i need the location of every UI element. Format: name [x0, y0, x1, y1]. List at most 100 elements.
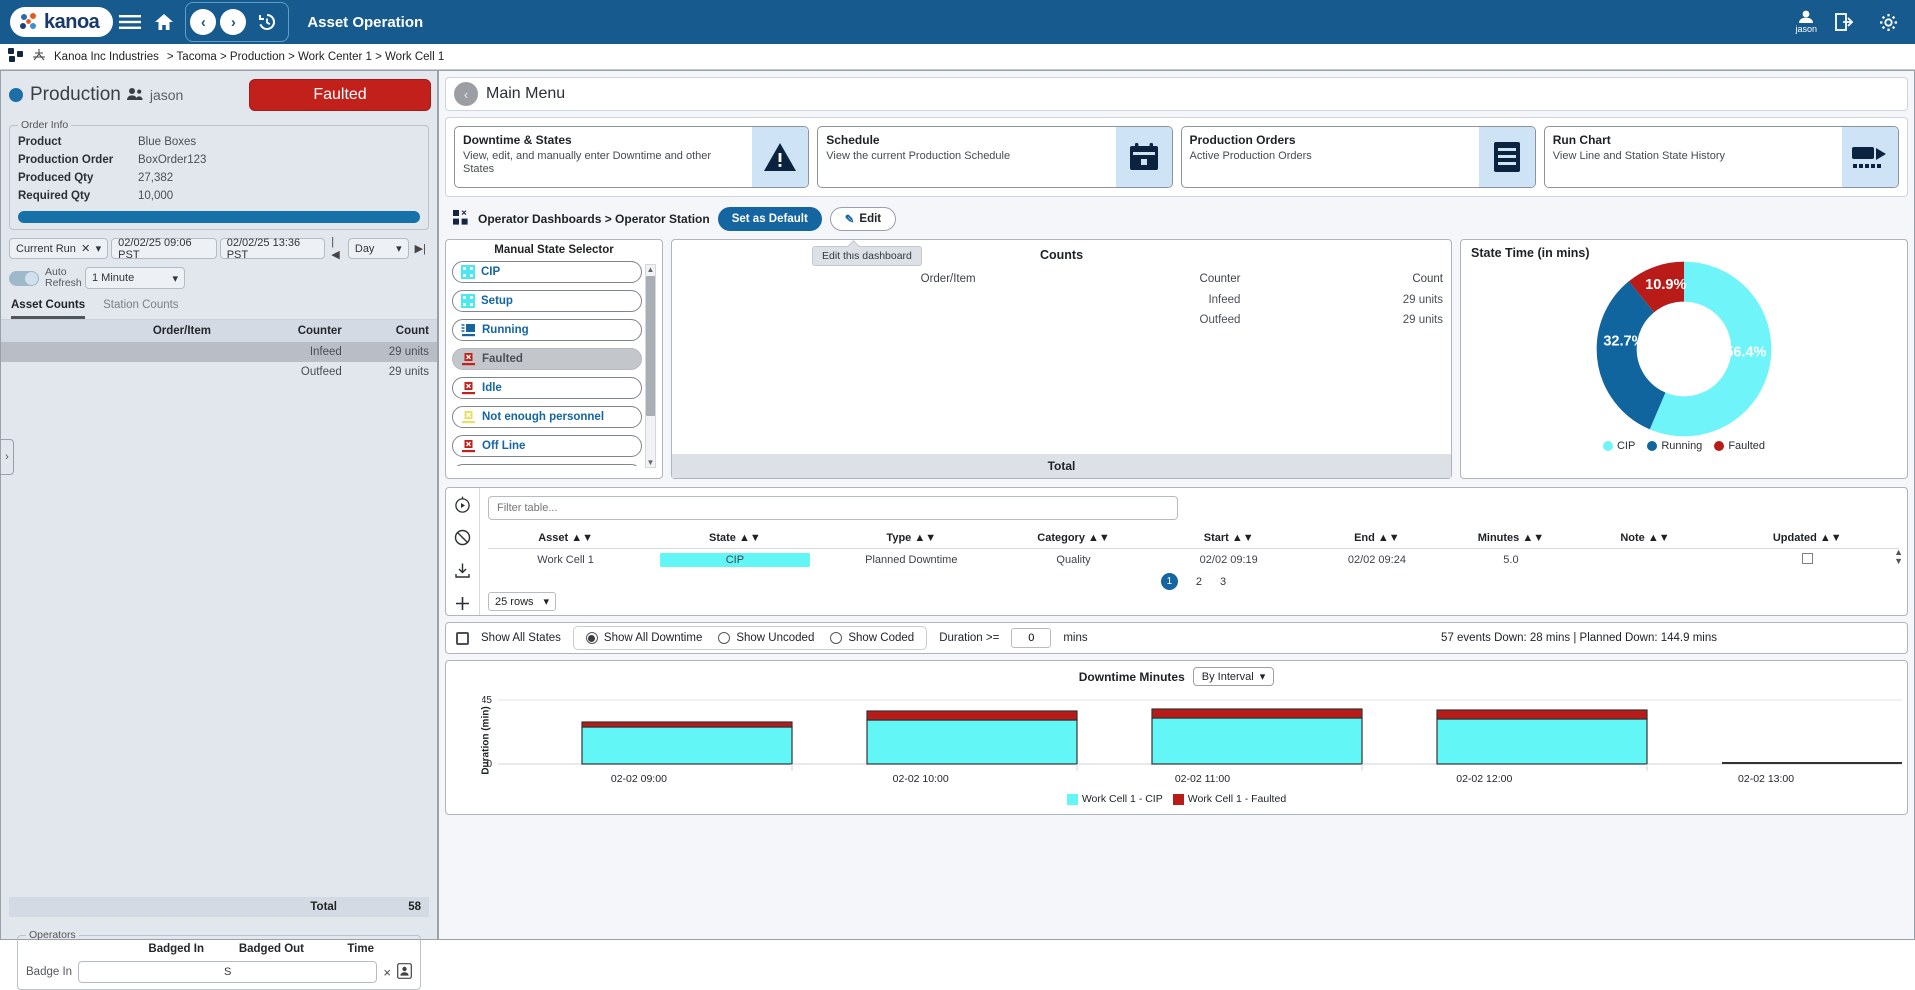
state-button-cip[interactable]: CIP: [452, 261, 642, 283]
dashboard-bar: Operator Dashboards > Operator Station S…: [445, 205, 1908, 233]
hamburger-icon[interactable]: [113, 5, 147, 39]
state-button-faulted[interactable]: Faulted: [452, 348, 642, 370]
asset-tree-icon[interactable]: [8, 48, 24, 65]
history-icon[interactable]: [250, 5, 284, 39]
state-button-list: CIP Setup Running Faulted Idle Not enoug…: [452, 261, 656, 466]
table-row[interactable]: Outfeed 29 units: [672, 310, 1451, 330]
col-state[interactable]: State ▲▼: [643, 528, 827, 549]
legend-swatch: [1172, 793, 1184, 805]
clear-icon[interactable]: ×: [383, 965, 391, 980]
tab-asset-counts[interactable]: Asset Counts: [11, 299, 86, 319]
breadcrumb-root[interactable]: Kanoa Inc Industries: [54, 51, 159, 63]
legend-item-cip[interactable]: CIP: [1602, 440, 1635, 452]
app-logo[interactable]: kanoa: [10, 7, 114, 37]
col-counter[interactable]: Counter: [219, 320, 350, 342]
col-count[interactable]: Count: [349, 320, 437, 342]
logout-icon[interactable]: [1827, 5, 1861, 39]
col-minutes[interactable]: Minutes ▲▼: [1447, 528, 1575, 549]
refresh-interval-select[interactable]: 1 Minute ▾: [85, 267, 185, 289]
legend-item-cip[interactable]: Work Cell 1 - CIP: [1066, 793, 1163, 805]
auto-refresh-toggle[interactable]: [9, 270, 39, 286]
updated-checkbox[interactable]: [1801, 553, 1813, 564]
table-row[interactable]: Infeed 29 units: [1, 342, 437, 362]
prev-period-icon[interactable]: |◀: [328, 236, 345, 261]
page-2[interactable]: 2: [1196, 576, 1202, 588]
card-description: View, edit, and manually enter Downtime …: [463, 150, 712, 175]
card-downtime-states[interactable]: Downtime & States View, edit, and manual…: [454, 126, 810, 188]
page-1[interactable]: 1: [1160, 573, 1178, 590]
badge-in-input[interactable]: [78, 961, 378, 983]
legend-item-running[interactable]: Running: [1647, 440, 1702, 452]
set-as-default-button[interactable]: Set as Default: [717, 207, 822, 231]
col-start[interactable]: Start ▲▼: [1151, 528, 1307, 549]
edit-dashboard-tooltip[interactable]: Edit this dashboard: [812, 246, 922, 266]
back-icon[interactable]: ‹: [190, 9, 217, 35]
counts-panel-title: Counts: [1039, 248, 1084, 262]
block-icon[interactable]: [454, 529, 471, 549]
col-end[interactable]: End ▲▼: [1306, 528, 1448, 549]
play-circle-icon[interactable]: [454, 496, 471, 516]
forward-icon[interactable]: ›: [220, 9, 247, 35]
state-button-next[interactable]: [452, 464, 642, 466]
grid-icon: [461, 294, 475, 308]
state-button-setup[interactable]: Setup: [452, 290, 642, 312]
x-tick-4: 02-02 13:00: [1738, 773, 1795, 785]
card-run-chart[interactable]: Run Chart View Line and Station State Hi…: [1543, 126, 1899, 188]
back-icon[interactable]: ‹: [454, 82, 478, 106]
chevron-down-icon[interactable]: ▾: [96, 242, 102, 255]
clear-icon[interactable]: ✕: [81, 242, 90, 255]
chart-mode-select[interactable]: By Interval ▾: [1192, 667, 1275, 686]
col-note[interactable]: Note ▲▼: [1574, 528, 1716, 549]
interval-select[interactable]: Day ▾: [347, 238, 409, 259]
page-3[interactable]: 3: [1220, 576, 1226, 588]
state-button-idle[interactable]: Idle: [452, 377, 642, 399]
run-select[interactable]: Current Run ✕ ▾: [9, 238, 109, 259]
dashboard-breadcrumb[interactable]: Operator Dashboards > Operator Station: [478, 212, 710, 226]
card-schedule[interactable]: Schedule View the current Production Sch…: [817, 126, 1173, 188]
chevron-down-icon: ▾: [543, 596, 550, 608]
state-button-running[interactable]: Running: [452, 319, 642, 341]
state-button-not-enough-personnel[interactable]: Not enough personnel: [452, 406, 642, 428]
order-info-value: BoxOrder123: [138, 154, 207, 166]
radio-show-coded[interactable]: Show Coded: [830, 632, 914, 644]
scroll-down-icon[interactable]: ▼: [647, 458, 655, 467]
table-filter-input[interactable]: [488, 496, 1178, 520]
legend-item-faulted[interactable]: Faulted: [1714, 440, 1765, 452]
scrollbar-thumb[interactable]: [646, 276, 655, 416]
avatar[interactable]: jason: [1795, 10, 1817, 35]
end-time-field[interactable]: 02/02/25 13:36 PST: [219, 237, 326, 261]
card-production-orders[interactable]: Production Orders Active Production Orde…: [1180, 126, 1536, 188]
next-period-icon[interactable]: ▶|: [412, 242, 429, 255]
download-icon[interactable]: [454, 562, 471, 582]
duration-input[interactable]: [1011, 628, 1052, 648]
table-row[interactable]: Infeed 29 units: [672, 290, 1451, 310]
col-type[interactable]: Type ▲▼: [826, 528, 996, 549]
state-button-off-line[interactable]: Off Line: [452, 435, 642, 457]
col-category[interactable]: Category ▲▼: [995, 528, 1152, 549]
legend-item-faulted[interactable]: Work Cell 1 - Faulted: [1172, 793, 1286, 805]
card-title: Run Chart: [1552, 133, 1611, 147]
start-time-field[interactable]: 02/02/25 09:06 PST: [111, 237, 217, 261]
home-icon[interactable]: [147, 5, 181, 39]
radio-show-all-downtime[interactable]: Show All Downtime: [585, 632, 702, 644]
table-row[interactable]: Outfeed 29 units: [1, 362, 437, 382]
interval-value: Day: [354, 242, 375, 255]
panel-collapse-handle[interactable]: ›: [0, 439, 14, 475]
tab-station-counts[interactable]: Station Counts: [103, 299, 178, 319]
scroll-up-icon[interactable]: ▲: [647, 265, 655, 274]
badge-card-icon[interactable]: [397, 962, 412, 982]
col-order-item[interactable]: Order/Item: [1, 320, 219, 342]
col-updated[interactable]: Updated ▲▼: [1715, 528, 1899, 549]
col-asset[interactable]: Asset ▲▼: [488, 528, 644, 549]
rows-per-page-select[interactable]: 25 rows ▾: [488, 592, 557, 611]
table-row[interactable]: Work Cell 1 CIP Planned Downtime Quality…: [488, 549, 1899, 572]
plus-icon[interactable]: [454, 595, 471, 615]
radio-show-uncoded[interactable]: Show Uncoded: [718, 632, 814, 644]
show-all-states-checkbox[interactable]: [456, 631, 469, 645]
edit-dashboard-button[interactable]: ✎ Edit: [829, 207, 897, 231]
status-badge[interactable]: Faulted: [249, 79, 431, 111]
gear-icon[interactable]: [1871, 5, 1905, 39]
table-vertical-scroll[interactable]: ▲ ▼: [1894, 548, 1903, 566]
order-info-key: Produced Qty: [18, 172, 94, 184]
breadcrumb-path[interactable]: > Tacoma > Production > Work Center 1 > …: [167, 51, 444, 63]
